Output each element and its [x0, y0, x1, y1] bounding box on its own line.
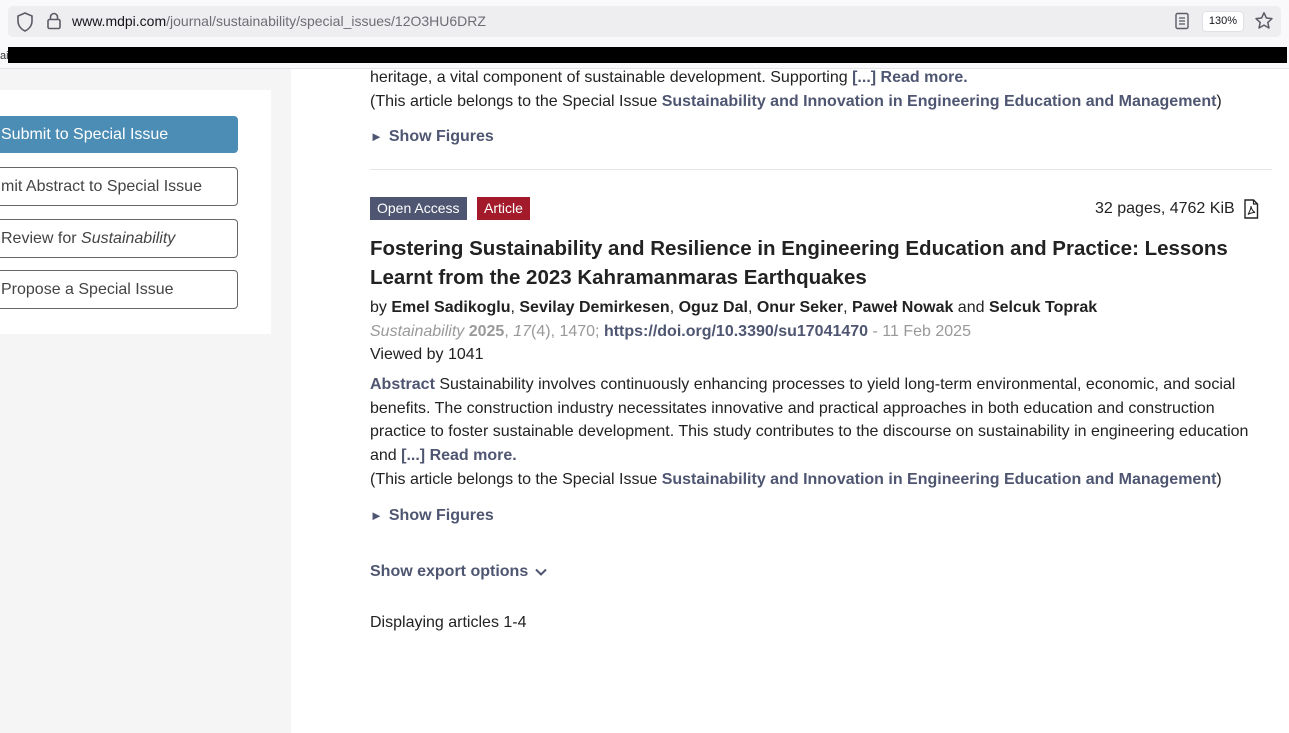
- redaction-bar: [8, 47, 1287, 63]
- displaying-count: Displaying articles 1-4: [370, 614, 527, 631]
- belongs-suffix: ): [1216, 470, 1222, 488]
- citation-issue: (4), 1470;: [531, 323, 604, 340]
- abstract-label: Abstract: [370, 376, 435, 393]
- author-link[interactable]: Selcuk Toprak: [989, 299, 1097, 316]
- article-divider: [370, 169, 1272, 170]
- review-label-prefix: Review for: [1, 230, 82, 247]
- author-link[interactable]: Sevilay Demirkesen: [519, 299, 669, 316]
- journal-name: Sustainability: [370, 323, 465, 340]
- read-more-link[interactable]: [...] Read more.: [401, 447, 517, 464]
- article-title[interactable]: Fostering Sustainability and Resilience …: [370, 234, 1275, 292]
- url-path: /journal/sustainability/special_issues/1…: [166, 13, 486, 29]
- prev-show-figures-label: Show Figures: [388, 128, 494, 145]
- triangle-right-icon: ►: [370, 129, 383, 144]
- show-figures-label: Show Figures: [388, 507, 494, 524]
- author-link[interactable]: Onur Seker: [757, 299, 843, 316]
- citation-year: 2025: [468, 323, 505, 340]
- triangle-right-icon: ►: [370, 508, 383, 523]
- prev-special-issue-link[interactable]: Sustainability and Innovation in Enginee…: [662, 93, 1217, 110]
- doi-link[interactable]: https://doi.org/10.3390/su17041470: [604, 323, 868, 340]
- article-type-badge: Article: [477, 197, 530, 220]
- prev-read-more-link[interactable]: [...] Read more.: [852, 69, 968, 86]
- lock-icon[interactable]: [45, 11, 63, 31]
- url-text[interactable]: www.mdpi.com/journal/sustainability/spec…: [72, 13, 486, 29]
- author-link[interactable]: Paweł Nowak: [852, 299, 953, 316]
- prev-belongs-suffix: ): [1216, 93, 1222, 110]
- submit-to-special-issue-button[interactable]: Submit to Special Issue: [0, 116, 238, 153]
- reader-view-icon[interactable]: [1174, 12, 1190, 30]
- citation-volume: 17: [513, 323, 532, 340]
- belongs-prefix: (This article belongs to the Special Iss…: [370, 470, 662, 488]
- submit-abstract-button[interactable]: mit Abstract to Special Issue: [0, 167, 238, 206]
- prev-abstract-text: heritage, a vital component of sustainab…: [370, 69, 853, 86]
- author-link[interactable]: Oguz Dal: [679, 299, 748, 316]
- special-issue-link[interactable]: Sustainability and Innovation in Enginee…: [662, 471, 1217, 488]
- url-host: www.mdpi.com: [72, 13, 167, 29]
- prev-belongs-prefix: (This article belongs to the Special Iss…: [370, 93, 662, 110]
- export-label: Show export options: [370, 563, 529, 580]
- by-label: by: [370, 299, 392, 316]
- review-for-journal-button[interactable]: Review for Sustainability: [0, 219, 238, 258]
- pages-size: 32 pages, 4762 KiB: [1095, 200, 1235, 217]
- pdf-download-icon[interactable]: [1243, 199, 1259, 219]
- browser-toolbar: www.mdpi.com/journal/sustainability/spec…: [0, 0, 1289, 44]
- bookmark-star-icon[interactable]: [1254, 11, 1274, 31]
- prev-special-issue-note: (This article belongs to the Special Iss…: [370, 93, 1222, 111]
- propose-special-issue-button[interactable]: Propose a Special Issue: [0, 270, 238, 309]
- shield-icon[interactable]: [16, 12, 34, 32]
- export-options-toggle[interactable]: Show export options: [370, 563, 548, 581]
- and-label: and: [953, 299, 989, 316]
- article-abstract: Abstract Sustainability involves continu…: [370, 373, 1275, 492]
- chevron-down-icon: [535, 568, 547, 576]
- prev-abstract-tail: heritage, a vital component of sustainab…: [370, 69, 968, 87]
- open-access-badge: Open Access: [370, 197, 467, 220]
- prev-show-figures-toggle[interactable]: ► Show Figures: [370, 128, 494, 146]
- zoom-level-badge[interactable]: 130%: [1202, 11, 1244, 32]
- author-link[interactable]: Emel Sadikoglu: [391, 299, 510, 316]
- article-citation: Sustainability 2025, 17(4), 1470; https:…: [370, 323, 971, 340]
- view-count: Viewed by 1041: [370, 346, 484, 363]
- show-figures-toggle[interactable]: ► Show Figures: [370, 507, 494, 525]
- article-authors: by Emel Sadikoglu, Sevilay Demirkesen, O…: [370, 299, 1098, 316]
- citation-date: - 11 Feb 2025: [868, 323, 971, 340]
- review-label-journal: Sustainability: [81, 230, 176, 247]
